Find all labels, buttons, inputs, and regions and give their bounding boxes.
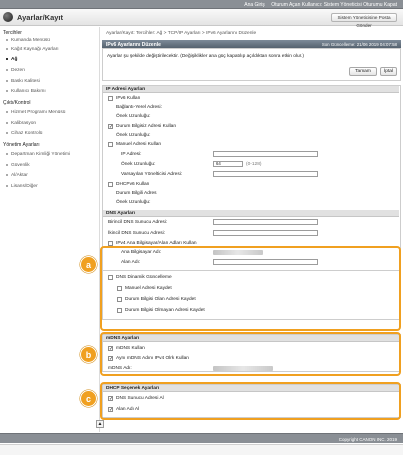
bullet-icon bbox=[6, 79, 8, 82]
bullet-icon bbox=[6, 47, 8, 50]
prefix-length-label: Önek Uzunluğu: bbox=[116, 114, 151, 119]
user-logout-link[interactable]: Oturum Açan Kullanıcı: Sistem Yöneticisi… bbox=[271, 2, 397, 8]
stateless-checkbox[interactable]: ✓ bbox=[108, 124, 113, 130]
prefix-length-label: Önek Uzunluğu: bbox=[116, 133, 151, 138]
copyright-text: Copyright CANON INC. 2019 bbox=[338, 436, 397, 442]
bullet-icon bbox=[6, 68, 8, 71]
bullet-icon bbox=[6, 163, 8, 166]
prefix-length-label: Önek Uzunluğu: bbox=[121, 162, 156, 167]
callout-a: a bbox=[80, 256, 97, 273]
ip-settings-header: IP Adresi Ayarları bbox=[103, 86, 399, 93]
sidebar-item-calibration[interactable]: Kalibrasyon bbox=[6, 121, 36, 126]
scroll-to-top-icon[interactable]: ▲ bbox=[96, 420, 104, 428]
app-title: Ayarlar/Kayıt bbox=[17, 13, 63, 22]
sidebar-item-device-control[interactable]: Cihaz Kontrolü bbox=[6, 131, 42, 136]
sidebar-item-utility-menu[interactable]: Hizmet Programı Menüsü bbox=[6, 110, 65, 115]
use-ipv6-label: IPv6 Kullan bbox=[116, 96, 141, 101]
bullet-icon bbox=[6, 152, 8, 155]
dhcpv6-checkbox[interactable] bbox=[108, 182, 113, 187]
stateless-label: Durum Bilgisiz Adresi Kullan bbox=[116, 124, 176, 129]
settings-logo-icon bbox=[3, 12, 13, 22]
ip-address-input[interactable] bbox=[213, 151, 318, 157]
bullet-icon bbox=[6, 38, 8, 41]
ip-address-label: IP Adresi: bbox=[121, 152, 142, 157]
secondary-dns-input[interactable] bbox=[213, 230, 318, 236]
info-panel: Ayarlar şu şekilde değiştirilecektir. (D… bbox=[102, 48, 401, 81]
sidebar-item-paper-source[interactable]: Kağıt Kaynağı Ayarları bbox=[6, 47, 59, 52]
sidebar-item-print-quality[interactable]: Baskı Kalitesi bbox=[6, 79, 40, 84]
sidebar-section-management: Yönetim Ayarları bbox=[3, 142, 40, 148]
sidebar-item-network[interactable]: Ağ bbox=[6, 57, 17, 62]
bullet-icon bbox=[6, 89, 8, 92]
sidebar-item-user-maintenance[interactable]: Kullanıcı Bakımı bbox=[6, 89, 46, 94]
use-ipv6-checkbox[interactable] bbox=[108, 96, 113, 101]
prefix-length-label: Önek Uzunluğu: bbox=[116, 200, 151, 205]
mail-admin-button[interactable]: Sistem Yöneticisine Posta Gönder bbox=[331, 13, 397, 28]
bullet-icon bbox=[6, 184, 8, 187]
top-links: Ana Giriş Oturum Açan Kullanıcı: Sistem … bbox=[239, 2, 397, 8]
page-title-bar: IPv6 Ayarlarını Düzenle Son Güncelleme: … bbox=[102, 40, 401, 48]
ip-settings-panel: IP Adresi Ayarları IPv6 Kullan Bağlantı-… bbox=[102, 85, 401, 271]
sidebar-item-control-menu[interactable]: Kumanda Menüsü bbox=[6, 38, 50, 43]
top-bar: Ana Giriş Oturum Açan Kullanıcı: Sistem … bbox=[0, 0, 403, 9]
dhcpv6-label: DHCPv6 Kullan bbox=[116, 182, 150, 187]
bullet-icon bbox=[6, 110, 8, 113]
primary-dns-input[interactable] bbox=[213, 219, 318, 225]
prefix-length-input[interactable]: 64 bbox=[213, 161, 243, 167]
callout-c: c bbox=[80, 390, 97, 407]
sidebar-item-import-export[interactable]: Al/Aktar bbox=[6, 173, 28, 178]
highlight-frame-a bbox=[100, 246, 401, 331]
sidebar-item-layout[interactable]: Dezen bbox=[6, 68, 25, 73]
bottom-strip bbox=[0, 444, 403, 455]
dns-settings-header: DNS Ayarları bbox=[103, 210, 399, 217]
page-title: IPv6 Ayarlarını Düzenle bbox=[106, 41, 161, 48]
manual-address-checkbox[interactable] bbox=[108, 142, 113, 147]
highlight-frame-b bbox=[100, 332, 401, 376]
breadcrumb: Ayarlar/Kayıt: Tercihler: Ağ > TCP/IP Ay… bbox=[106, 31, 257, 36]
last-updated: Son Güncelleme: 21/06 2019 04:07:58 bbox=[321, 41, 397, 47]
sidebar-item-department-id[interactable]: Departman Kimliği Yönetimi bbox=[6, 152, 70, 157]
default-router-label: Varsayılan Yönelticisi Adresi: bbox=[121, 172, 183, 177]
manual-address-label: Manuel Adresi Kullan bbox=[116, 142, 162, 147]
highlight-frame-c bbox=[100, 382, 401, 420]
prefix-range-hint: (0-128) bbox=[246, 162, 262, 167]
link-local-label: Bağlantı-Yerel Adresi: bbox=[116, 105, 162, 110]
bullet-icon bbox=[6, 173, 8, 176]
stateful-address-label: Durum Bilgili Adres bbox=[116, 191, 157, 196]
sidebar-item-security[interactable]: Güvenlik bbox=[6, 163, 30, 168]
sidebar-section-output: Çıktı/Kontrol bbox=[3, 100, 31, 106]
bullet-icon bbox=[6, 121, 8, 124]
sidebar-section-preferences: Tercihler bbox=[3, 30, 22, 36]
callout-b: b bbox=[80, 346, 97, 363]
bullet-icon bbox=[6, 131, 8, 134]
bullet-icon bbox=[6, 57, 8, 60]
secondary-dns-label: İkincil DNS Sunucu Adresi: bbox=[108, 231, 166, 236]
info-text: Ayarlar şu şekilde değiştirilecektir. (D… bbox=[107, 54, 304, 59]
ok-button[interactable]: Tamam bbox=[349, 67, 377, 76]
primary-dns-label: Birincil DNS Sunucu Adresi: bbox=[108, 220, 168, 225]
footer-bar: Copyright CANON INC. 2019 bbox=[0, 433, 403, 443]
home-link[interactable]: Ana Giriş bbox=[244, 2, 265, 8]
cancel-button[interactable]: İptal bbox=[380, 67, 397, 76]
app-header: Ayarlar/Kayıt Sistem Yöneticisine Posta … bbox=[0, 9, 403, 28]
sidebar-item-license-other[interactable]: Lisans/Diğer bbox=[6, 184, 38, 189]
sidebar: Tercihler Kumanda Menüsü Kağıt Kaynağı A… bbox=[0, 27, 100, 432]
default-router-input[interactable] bbox=[213, 171, 318, 177]
